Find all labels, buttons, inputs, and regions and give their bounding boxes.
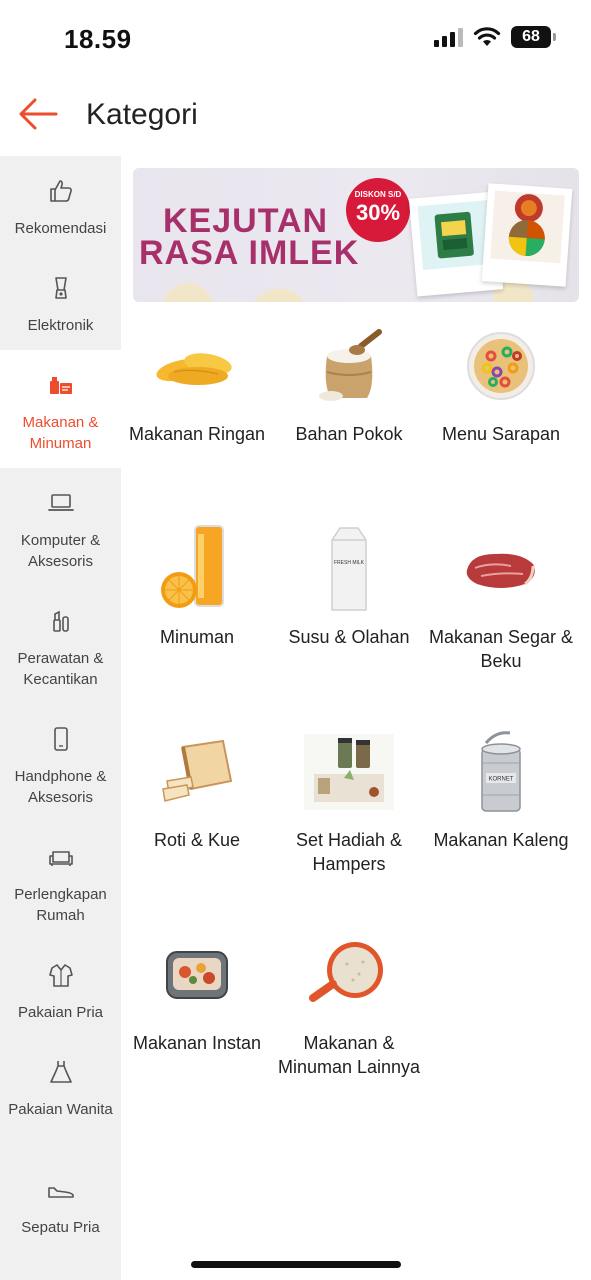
milk-carton-image: FRESH MILK: [273, 525, 425, 613]
category-content: KEJUTAN RASA IMLEK DISKON S/D 30% Makana…: [121, 156, 591, 1280]
instant-meal-image: [121, 931, 273, 1019]
category-susu-olahan[interactable]: FRESH MILK Susu & Olahan: [273, 525, 425, 649]
category-label: Makanan Ringan: [128, 424, 266, 444]
sidebar-item-perlengkapan-rumah[interactable]: Perlengkapan Rumah: [0, 822, 121, 940]
discount-badge-value: 30%: [355, 200, 401, 225]
grain-pan-image: [273, 931, 425, 1019]
category-bahan-pokok[interactable]: Bahan Pokok: [273, 322, 425, 446]
category-makanan-segar-beku[interactable]: Makanan Segar & Beku: [425, 525, 577, 673]
dress-icon: [48, 1059, 74, 1085]
bread-loaf-image: [121, 728, 273, 816]
food-drink-icon: [48, 372, 74, 398]
sidebar-item-sepatu-pria[interactable]: Sepatu Pria: [0, 1155, 121, 1252]
category-makanan-ringan[interactable]: Makanan Ringan: [121, 322, 273, 446]
sidebar-item-label: Pakaian Pria: [17, 1004, 104, 1021]
category-label: Makanan & Minuman Lainnya: [277, 1033, 421, 1077]
wifi-icon: [473, 27, 501, 46]
sidebar-item-label: Perawatan & Kecantikan: [17, 650, 104, 688]
category-minuman[interactable]: Minuman: [121, 525, 273, 649]
sidebar-item-komputer[interactable]: Komputer & Aksesoris: [0, 468, 121, 586]
corned-beef-can-image: KORNET: [425, 728, 577, 816]
battery-icon: 68: [511, 26, 556, 48]
sidebar-item-label: Komputer & Aksesoris: [20, 532, 101, 570]
status-bar: 18.59 68: [0, 0, 591, 80]
cosmetics-icon: [48, 608, 74, 634]
category-label: Minuman: [159, 627, 235, 647]
arrow-left-icon: [19, 98, 58, 130]
category-makanan-kaleng[interactable]: KORNET Makanan Kaleng: [425, 728, 577, 852]
cereal-bowl-image: [425, 322, 577, 410]
sidebar-item-pakaian-pria[interactable]: Pakaian Pria: [0, 940, 121, 1037]
category-label: Bahan Pokok: [295, 424, 403, 444]
discount-badge: DISKON S/D 30%: [346, 178, 410, 242]
page-title: Kategori: [86, 98, 198, 131]
signal-icon: [434, 27, 463, 47]
discount-badge-label: DISKON S/D: [354, 190, 402, 199]
milk-carton-label: FRESH MILK: [334, 560, 365, 566]
category-label: Makanan Instan: [132, 1033, 262, 1053]
thumbs-up-icon: [48, 178, 74, 204]
gift-jars-image: [273, 728, 425, 816]
sidebar-item-makanan-minuman[interactable]: Makanan & Minuman: [0, 350, 121, 468]
sidebar-item-label: Pakaian Wanita: [8, 1101, 113, 1118]
sidebar-item-perawatan[interactable]: Perawatan & Kecantikan: [0, 586, 121, 704]
rice-sack-image: [273, 322, 425, 410]
raw-meat-image: [425, 525, 577, 613]
sidebar-item-label: Sepatu Pria: [21, 1219, 100, 1236]
home-indicator[interactable]: [191, 1261, 401, 1268]
sidebar-item-rekomendasi[interactable]: Rekomendasi: [0, 156, 121, 253]
orange-juice-image: [121, 525, 273, 613]
category-makanan-minuman-lainnya[interactable]: Makanan & Minuman Lainnya: [273, 931, 425, 1079]
laptop-icon: [47, 490, 74, 516]
category-makanan-instan[interactable]: Makanan Instan: [121, 931, 273, 1055]
shirt-icon: [48, 962, 74, 988]
sidebar-item-label: Elektronik: [27, 317, 94, 334]
category-label: Menu Sarapan: [441, 424, 561, 444]
category-menu-sarapan[interactable]: Menu Sarapan: [425, 322, 577, 446]
promo-banner[interactable]: KEJUTAN RASA IMLEK DISKON S/D 30%: [133, 168, 579, 302]
banner-photo-right: [481, 183, 573, 287]
banner-title-line2: RASA IMLEK: [139, 234, 360, 272]
category-set-hadiah-hampers[interactable]: Set Hadiah & Hampers: [273, 728, 425, 876]
category-label: Makanan Segar & Beku: [428, 627, 574, 671]
sidebar-item-label: Perlengkapan Rumah: [14, 886, 107, 924]
header: Kategori: [0, 80, 591, 156]
can-label: KORNET: [488, 777, 513, 783]
category-roti-kue[interactable]: Roti & Kue: [121, 728, 273, 852]
category-label: Makanan Kaleng: [433, 830, 569, 850]
shoe-icon: [47, 1177, 74, 1203]
status-time: 18.59: [64, 24, 132, 54]
category-label: Set Hadiah & Hampers: [295, 830, 403, 874]
sidebar-item-pakaian-wanita[interactable]: Pakaian Wanita: [0, 1037, 121, 1155]
sidebar-item-label: Handphone & Aksesoris: [14, 768, 107, 806]
phone-icon: [48, 726, 74, 752]
back-button[interactable]: [16, 94, 60, 134]
category-label: Roti & Kue: [153, 830, 241, 850]
category-label: Susu & Olahan: [288, 627, 410, 647]
sidebar-item-handphone[interactable]: Handphone & Aksesoris: [0, 704, 121, 822]
category-sidebar[interactable]: Rekomendasi Elektronik Makanan & Minuman…: [0, 156, 121, 1280]
chips-image: [121, 322, 273, 410]
blender-icon: [48, 275, 74, 301]
sidebar-item-elektronik[interactable]: Elektronik: [0, 253, 121, 350]
sidebar-item-label: Rekomendasi: [14, 220, 107, 237]
sofa-icon: [48, 844, 74, 870]
status-icons: 68: [434, 26, 556, 48]
sidebar-item-label: Makanan & Minuman: [22, 414, 99, 452]
